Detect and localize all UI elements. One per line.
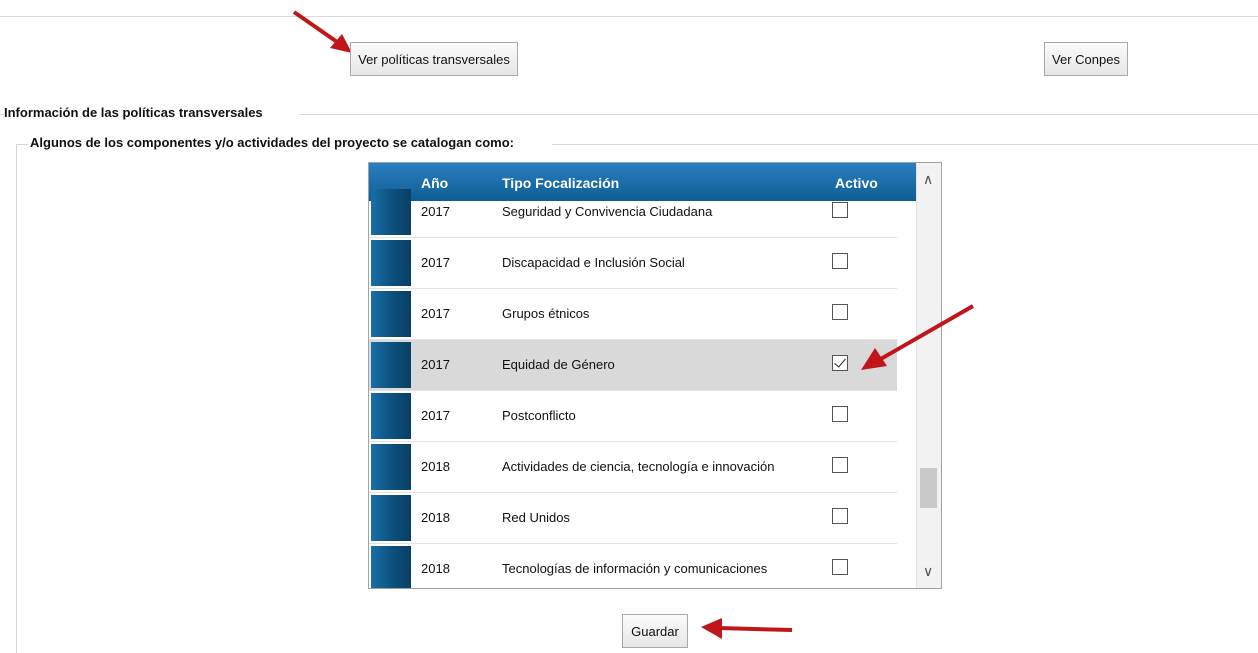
fieldset-border xyxy=(16,144,17,653)
row-selector[interactable] xyxy=(371,546,411,588)
guardar-button[interactable]: Guardar xyxy=(622,614,688,648)
fieldset-border xyxy=(16,144,28,145)
row-selector[interactable] xyxy=(371,189,411,235)
cell-year: 2018 xyxy=(421,561,450,576)
row-selector[interactable] xyxy=(371,393,411,439)
table-row[interactable]: 2017 Postconflicto xyxy=(369,391,897,442)
row-selector[interactable] xyxy=(371,291,411,337)
cell-tipo-focalizacion: Tecnologías de información y comunicacio… xyxy=(502,561,768,576)
cell-tipo-focalizacion: Postconflicto xyxy=(502,408,576,423)
table-row[interactable]: 2017 Discapacidad e Inclusión Social xyxy=(369,238,897,289)
activo-checkbox[interactable] xyxy=(832,304,848,320)
row-selector[interactable] xyxy=(371,444,411,490)
activo-checkbox[interactable] xyxy=(832,457,848,473)
inner-fieldset-legend: Algunos de los componentes y/o actividad… xyxy=(30,135,515,150)
table-row[interactable]: 2017 Equidad de Género xyxy=(369,340,897,391)
cell-year: 2018 xyxy=(421,459,450,474)
top-divider xyxy=(0,16,1258,17)
cell-tipo-focalizacion: Red Unidos xyxy=(502,510,570,525)
cell-year: 2017 xyxy=(421,408,450,423)
activo-checkbox[interactable] xyxy=(832,253,848,269)
scroll-thumb[interactable] xyxy=(920,468,937,508)
cell-year: 2018 xyxy=(421,510,450,525)
chevron-down-icon[interactable]: ∨ xyxy=(923,563,933,580)
cell-tipo-focalizacion: Actividades de ciencia, tecnología e inn… xyxy=(502,459,775,474)
cell-tipo-focalizacion: Equidad de Género xyxy=(502,357,615,372)
table-row[interactable]: 2018 Red Unidos xyxy=(369,493,897,544)
row-selector[interactable] xyxy=(371,342,411,388)
activo-checkbox[interactable] xyxy=(832,406,848,422)
activo-checkbox[interactable] xyxy=(832,202,848,218)
ver-conpes-button[interactable]: Ver Conpes xyxy=(1044,42,1128,76)
cell-tipo-focalizacion: Discapacidad e Inclusión Social xyxy=(502,255,685,270)
table-row[interactable]: 2018 Actividades de ciencia, tecnología e… xyxy=(369,442,897,493)
table-row[interactable]: 2017 Seguridad y Convivencia Ciudadana xyxy=(369,187,897,238)
activo-checkbox[interactable] xyxy=(832,508,848,524)
annotation-arrow-icon xyxy=(861,304,974,370)
chevron-up-icon[interactable]: ∧ xyxy=(923,171,933,188)
cell-year: 2017 xyxy=(421,306,450,321)
activo-checkbox[interactable] xyxy=(832,355,848,371)
cell-year: 2017 xyxy=(421,204,450,219)
cell-tipo-focalizacion: Grupos étnicos xyxy=(502,306,590,321)
row-selector[interactable] xyxy=(371,495,411,541)
ver-politicas-transversales-button[interactable]: Ver políticas transversales xyxy=(350,42,518,76)
row-selector[interactable] xyxy=(371,240,411,286)
table-row[interactable]: 2017 Grupos étnicos xyxy=(369,289,897,340)
table-row[interactable]: 2018 Tecnologías de información y comunic… xyxy=(369,544,897,588)
cell-year: 2017 xyxy=(421,255,450,270)
outer-fieldset-legend: Información de las políticas transversal… xyxy=(4,105,263,120)
fieldset-border xyxy=(300,114,1258,115)
fieldset-border xyxy=(552,144,1258,145)
cell-tipo-focalizacion: Seguridad y Convivencia Ciudadana xyxy=(502,204,713,219)
activo-checkbox[interactable] xyxy=(832,559,848,575)
cell-year: 2017 xyxy=(421,357,450,372)
annotation-arrow-icon xyxy=(701,618,793,639)
